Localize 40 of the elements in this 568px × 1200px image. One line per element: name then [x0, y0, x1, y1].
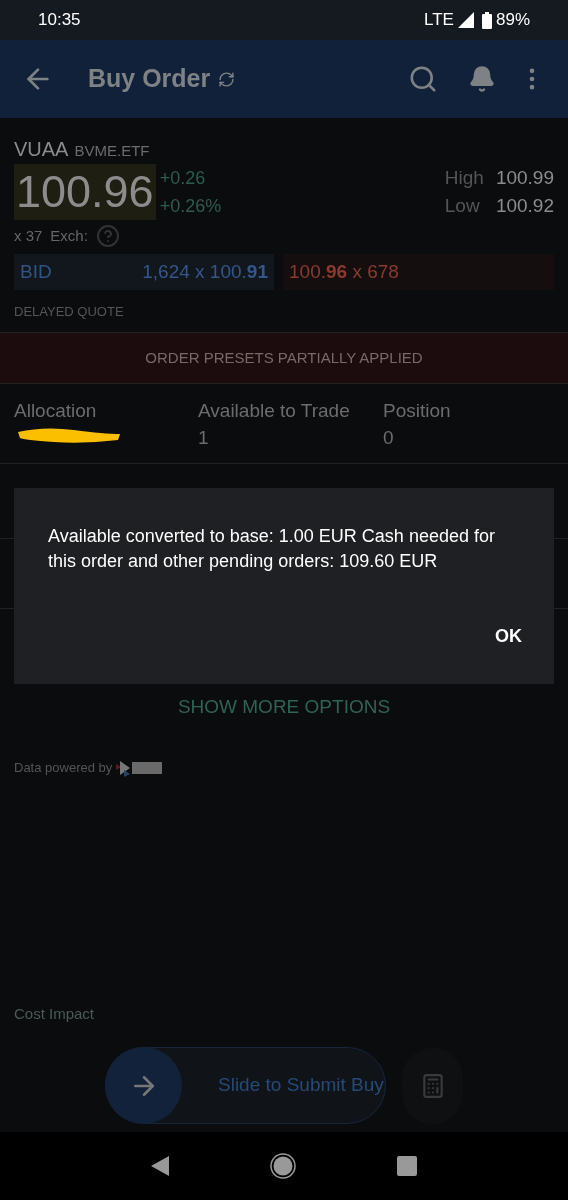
presets-banner: ORDER PRESETS PARTIALLY APPLIED: [0, 332, 568, 384]
exchange-code: BVME.ETF: [74, 141, 150, 161]
signal-icon: [457, 12, 474, 28]
clock: 10:35: [38, 9, 81, 32]
high-value: 100.99: [495, 166, 554, 190]
search-icon[interactable]: [408, 64, 438, 94]
column-label: Allocation: [14, 399, 98, 423]
size-label: x 37: [14, 225, 43, 246]
recents-nav-icon[interactable]: [396, 1155, 418, 1177]
low-value: 100.92: [495, 194, 554, 218]
bid-quote: 1,624 x 100.91: [142, 259, 268, 284]
last-price: 100.96: [14, 164, 156, 220]
submit-slider[interactable]: Slide to Submit Buy: [105, 1047, 387, 1124]
bell-icon[interactable]: [468, 65, 496, 93]
battery-level: 89%: [495, 9, 530, 32]
column-value: 0: [383, 426, 395, 450]
powered-by-text: Data powered by: [14, 758, 113, 777]
low-label: Low: [444, 194, 481, 218]
ask-quote: 100.96 x 678: [289, 259, 399, 284]
percent-change: +0.26%: [159, 195, 222, 218]
delayed-quote-note: DELAYED QUOTE: [14, 303, 125, 321]
high-label: High: [444, 166, 484, 190]
home-nav-icon[interactable]: [270, 1153, 296, 1179]
price-change: +0.26: [159, 167, 207, 190]
slider-label: Slide to Submit Buy: [218, 1073, 384, 1098]
ok-button[interactable]: OK: [485, 619, 532, 654]
ticker-symbol: VUAA: [14, 137, 69, 162]
show-more-options-link[interactable]: SHOW MORE OPTIONS: [177, 693, 391, 722]
back-nav-icon[interactable]: [150, 1155, 170, 1177]
bid-label: BID: [20, 259, 52, 284]
network-type: LTE: [424, 9, 454, 32]
refresh-icon[interactable]: [218, 70, 236, 88]
column-value: 1: [198, 426, 210, 450]
exchange-label: Exch:: [50, 225, 88, 246]
column-label: Available to Trade: [198, 399, 351, 423]
battery-icon: [481, 11, 492, 29]
dialog-message: Available converted to base: 1.00 EUR Cash needed for this order and other pending orders: 109.60 EUR: [48, 525, 496, 573]
screen-title: Buy Order: [88, 63, 211, 95]
cost-impact-label: Cost Impact: [13, 1003, 96, 1024]
column-label: Position: [383, 399, 452, 423]
